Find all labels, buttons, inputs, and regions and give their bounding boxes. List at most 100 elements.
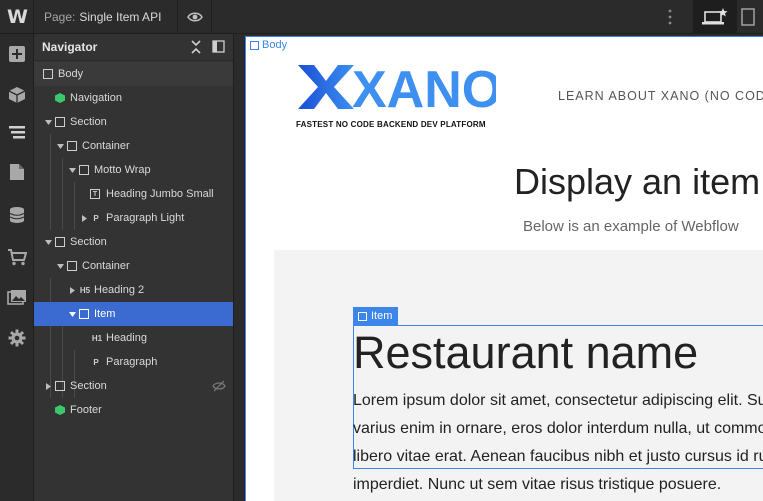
symbols-button[interactable] [0,78,34,112]
add-icon [9,46,25,62]
nav-item-section[interactable]: Section [34,230,233,254]
caret-down-icon[interactable] [56,262,64,270]
nav-item-motto-wrap[interactable]: Motto Wrap [34,158,233,182]
navigator-button[interactable] [0,115,34,149]
element-box-icon [250,40,259,50]
page-name: Single Item API [79,10,162,24]
page-canvas[interactable]: Body XANO FASTEST NO CODE BACKEND DEV PL… [245,36,763,501]
element-box-icon [66,140,78,152]
caret-right-icon[interactable] [68,286,76,294]
nav-item-paragraph-light[interactable]: P Paragraph Light [34,206,233,230]
eye-icon [186,12,203,22]
item-tag-label: Item [371,310,393,322]
breakpoint-tablet-button[interactable] [741,0,763,34]
page-icon [10,164,24,180]
paragraph-icon: P [93,357,99,367]
element-box-icon [78,308,90,320]
assets-button[interactable] [0,281,34,315]
caret-right-icon[interactable] [44,382,52,390]
nav-item-item[interactable]: Item [34,302,233,326]
item-paragraph[interactable]: Lorem ipsum dolor sit amet, consectetur … [353,387,763,499]
paragraph-icon: P [93,213,99,223]
nav-item-label: Container [82,140,130,152]
element-box-icon [78,164,90,176]
nav-item-label: Heading Jumbo Small [106,188,214,200]
tablet-icon [741,8,755,26]
nav-item-footer[interactable]: Footer [34,398,233,422]
xano-logo[interactable]: XANO [296,63,496,111]
xano-tagline: FASTEST NO CODE BACKEND DEV PLATFORM [296,120,486,129]
pages-button[interactable] [0,155,34,189]
breakpoint-desktop-button[interactable] [693,0,737,34]
nav-item-label: Paragraph Light [106,212,185,224]
cart-icon [8,249,27,266]
nav-item-navigation[interactable]: Navigation [34,86,233,110]
page-selector[interactable]: Page: Single Item API [34,0,178,34]
restaurant-name-heading[interactable]: Restaurant name [353,327,698,379]
heading-icon: H1 [91,333,103,343]
more-options-button[interactable] [660,0,680,34]
nav-item-section[interactable]: Section [34,110,233,134]
cms-button[interactable] [0,198,34,232]
nav-item-section[interactable]: Section [34,374,233,398]
nav-item-label: Body [58,68,84,80]
element-box-icon [42,68,54,80]
nav-item-heading-jumbo-small[interactable]: T Heading Jumbo Small [34,182,233,206]
caret-down-icon[interactable] [44,118,52,126]
caret-right-icon[interactable] [80,214,88,222]
preview-button[interactable] [178,0,212,34]
element-box-icon [66,260,78,272]
settings-icon [8,329,26,347]
kebab-menu-icon [668,9,672,25]
webflow-logo-icon: W [7,6,28,28]
element-box-icon [54,380,66,392]
navigator-header: Navigator [34,34,233,61]
nav-item-label: Heading [106,332,147,344]
webflow-logo[interactable]: W [0,0,34,34]
nav-item-label: Section [70,116,107,128]
svg-text:XANO: XANO [352,63,496,111]
dock-panel-icon[interactable] [212,40,225,53]
caret-down-icon[interactable] [68,166,76,174]
collapse-all-icon[interactable] [190,40,202,54]
nav-item-label: Heading 2 [94,284,145,296]
hero-subtitle: Below is an example of Webflow [523,218,739,235]
item-element-tag[interactable]: Item [353,307,399,325]
caret-down-icon[interactable] [56,142,64,150]
database-icon [9,207,25,223]
nav-item-label: Footer [70,404,102,416]
tagline-text: FASTEST [296,120,336,129]
cube-icon [8,87,26,103]
caret-down-icon[interactable] [68,310,76,318]
element-box-icon [54,236,66,248]
layers-icon [9,126,25,139]
nav-item-paragraph[interactable]: P Paragraph [34,350,233,374]
ecommerce-button[interactable] [0,240,34,274]
element-box-icon [54,116,66,128]
nav-item-label: Motto Wrap [94,164,151,176]
nav-item-label: Navigation [70,92,122,104]
laptop-star-icon [702,8,728,25]
navigator-title: Navigator [42,40,98,54]
learn-about-xano-link[interactable]: LEARN ABOUT XANO (NO CODE [558,89,763,103]
nav-item-body[interactable]: Body [34,62,233,86]
body-element-tag[interactable]: Body [250,39,287,51]
tagline-bold-text: NO CODE [335,120,375,129]
add-panel-button[interactable] [0,37,34,71]
symbol-icon [54,404,66,416]
nav-item-container[interactable]: Container [34,254,233,278]
nav-item-heading-2[interactable]: H5 Heading 2 [34,278,233,302]
settings-button[interactable] [0,321,34,355]
left-toolbar [0,34,34,501]
page-prefix: Page: [44,10,76,24]
caret-down-icon[interactable] [44,238,52,246]
nav-item-container[interactable]: Container [34,134,233,158]
heading-icon: H5 [79,285,91,295]
element-box-icon [358,311,367,321]
nav-item-label: Section [70,236,107,248]
nav-item-label: Item [94,308,116,320]
hidden-eye-slash-icon[interactable] [212,380,226,392]
navigator-panel: Navigator Body Navigation Section Contai… [34,34,234,501]
designer-canvas-area: Body XANO FASTEST NO CODE BACKEND DEV PL… [234,34,763,501]
nav-item-heading[interactable]: H1 Heading [34,326,233,350]
